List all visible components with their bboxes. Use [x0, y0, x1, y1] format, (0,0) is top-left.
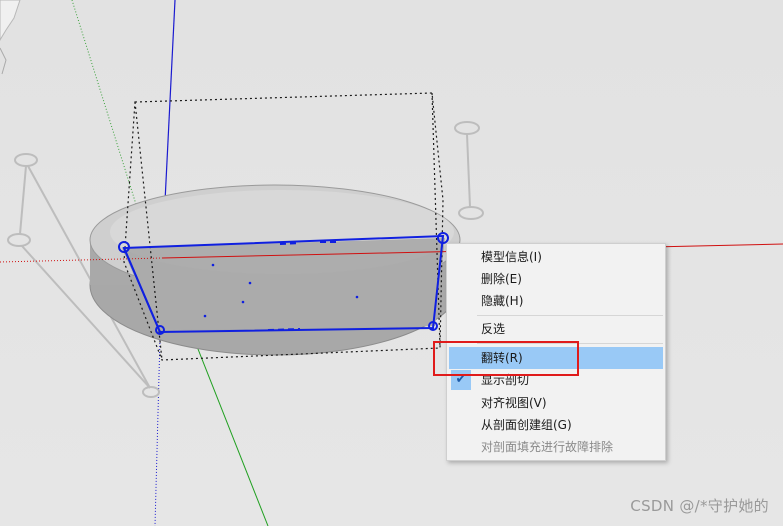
menu-item-label: 对齐视图(V) — [481, 396, 547, 410]
modeling-viewport[interactable]: 模型信息(I) 删除(E) 隐藏(H) 反选 翻转(R) ✔ 显示剖切 对齐视图… — [0, 0, 783, 526]
menu-item-model-info[interactable]: 模型信息(I) — [449, 246, 663, 268]
menu-item-label: 从剖面创建组(G) — [481, 418, 572, 432]
menu-item-label: 模型信息(I) — [481, 250, 542, 264]
menu-item-create-group-from-section[interactable]: 从剖面创建组(G) — [449, 414, 663, 436]
menu-item-label: 翻转(R) — [481, 351, 523, 365]
menu-item-label: 对剖面填充进行故障排除 — [481, 440, 614, 454]
partial-object-top-left — [0, 0, 21, 41]
menu-item-hide[interactable]: 隐藏(H) — [449, 290, 663, 312]
partial-object-edge — [0, 47, 7, 75]
menu-separator — [477, 315, 663, 316]
menu-item-align-view[interactable]: 对齐视图(V) — [449, 392, 663, 414]
menu-separator — [477, 343, 663, 344]
menu-item-label: 显示剖切 — [481, 373, 530, 387]
menu-item-show-section-cut[interactable]: ✔ 显示剖切 — [449, 369, 663, 391]
menu-item-delete[interactable]: 删除(E) — [449, 268, 663, 290]
context-menu: 模型信息(I) 删除(E) 隐藏(H) 反选 翻转(R) ✔ 显示剖切 对齐视图… — [446, 243, 666, 461]
menu-item-flip[interactable]: 翻转(R) — [449, 347, 663, 369]
disk-cut-face-front — [122, 238, 445, 330]
menu-item-invert-selection[interactable]: 反选 — [449, 318, 663, 340]
menu-item-label: 隐藏(H) — [481, 294, 524, 308]
right-light-rig — [454, 121, 484, 220]
menu-item-troubleshoot-section-fill: 对剖面填充进行故障排除 — [449, 436, 663, 458]
checkmark-icon: ✔ — [451, 370, 471, 390]
watermark: CSDN @/*守护她的 — [630, 497, 769, 515]
menu-item-label: 反选 — [481, 322, 506, 336]
menu-item-label: 删除(E) — [481, 272, 522, 286]
